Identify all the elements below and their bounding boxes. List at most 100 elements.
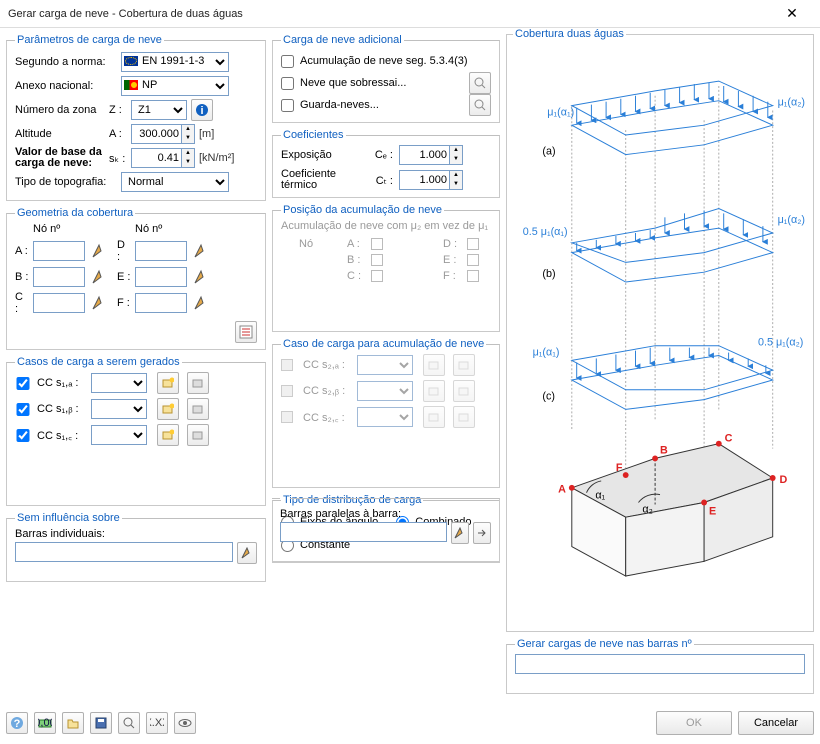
barras-paralelas-apply-icon[interactable]	[473, 522, 491, 544]
case-2c-select	[357, 407, 413, 427]
svg-text:μ₁(α₁): μ₁(α₁)	[533, 347, 560, 359]
preview-icon[interactable]	[118, 712, 140, 734]
case-2b-edit-icon	[453, 380, 475, 402]
case-2c-check	[281, 411, 293, 423]
barras-individuais-pick-icon[interactable]	[237, 542, 257, 564]
zone-info-icon[interactable]: i	[191, 99, 213, 121]
snowguard-check[interactable]	[281, 99, 294, 112]
accum-e-check	[467, 254, 479, 266]
group-extra: Carga de neve adicional Acumulação de ne…	[272, 34, 500, 123]
svg-text:?: ?	[14, 718, 21, 730]
save-icon[interactable]	[90, 712, 112, 734]
zone-select[interactable]: Z1	[131, 100, 187, 120]
gerar-input[interactable]	[515, 654, 805, 674]
open-icon[interactable]	[62, 712, 84, 734]
help-icon[interactable]: ?	[6, 712, 28, 734]
svg-text:0.5 μ₁(α₂): 0.5 μ₁(α₂)	[758, 337, 803, 349]
case-1c-check[interactable]	[15, 429, 31, 442]
node-b-input[interactable]	[33, 267, 85, 287]
svg-text:A: A	[558, 484, 566, 496]
node-e-input[interactable]	[135, 267, 187, 287]
node-a-input[interactable]	[33, 241, 85, 261]
case-1a-new-icon[interactable]	[157, 372, 179, 394]
annex-select[interactable]	[121, 76, 229, 96]
case-1c-select[interactable]	[91, 425, 147, 445]
diagram-panel: Cobertura duas águas	[506, 34, 814, 632]
barras-paralelas-pick-icon[interactable]	[451, 522, 469, 544]
case-2c-new-icon	[423, 406, 445, 428]
overhang-edit-icon[interactable]	[469, 72, 491, 94]
case-1a-select[interactable]	[91, 373, 147, 393]
close-icon[interactable]: ✕	[772, 5, 812, 22]
altitude-spin[interactable]: ▲▼	[131, 124, 195, 144]
barras-individuais-label: Barras individuais:	[15, 528, 257, 540]
svg-text:F: F	[616, 462, 623, 474]
geometry-list-icon[interactable]	[235, 321, 257, 343]
group-cases-accum: Caso de carga para acumulação de neve CC…	[272, 338, 500, 488]
group-sem-right: x Barras paralelas à barra:	[272, 492, 500, 562]
pick-b-icon[interactable]	[89, 269, 109, 285]
case-2b-new-icon	[423, 380, 445, 402]
svg-text:(a): (a)	[542, 146, 555, 158]
zone-label: Número da zona	[15, 104, 105, 116]
node-f-input[interactable]	[135, 293, 187, 313]
case-1a-edit-icon[interactable]	[187, 372, 209, 394]
pick-e-icon[interactable]	[191, 269, 211, 285]
base-value-spin[interactable]: ▲▼	[131, 148, 195, 168]
cancel-button[interactable]: Cancelar	[738, 711, 814, 735]
group-sem: Sem influência sobre Barras individuais:	[6, 512, 266, 582]
view-icon[interactable]	[174, 712, 196, 734]
svg-text:D: D	[780, 474, 788, 486]
svg-text:C: C	[725, 433, 733, 445]
case-1b-check[interactable]	[15, 403, 31, 416]
svg-text:μ₁(α₁): μ₁(α₁)	[547, 106, 574, 118]
pick-d-icon[interactable]	[191, 243, 211, 259]
topo-select[interactable]: Normal	[121, 172, 229, 192]
case-1a-check[interactable]	[15, 377, 31, 390]
norm-select[interactable]	[121, 52, 229, 72]
case-1b-new-icon[interactable]	[157, 398, 179, 420]
node-c-input[interactable]	[33, 293, 85, 313]
pick-c-icon[interactable]	[89, 295, 109, 311]
therm-spin[interactable]: ▲▼	[399, 170, 463, 190]
barras-paralelas-label: Barras paralelas à barra:	[280, 508, 491, 520]
case-2a-select	[357, 355, 413, 375]
accum-c-check	[371, 270, 383, 282]
svg-text:(b): (b)	[542, 268, 555, 280]
svg-text:(c): (c)	[542, 391, 555, 403]
group-accum: Posição da acumulação de neve Acumulação…	[272, 204, 500, 332]
svg-text:0,00: 0,00	[38, 717, 52, 729]
svg-text:E: E	[709, 505, 716, 517]
svg-text:α₂: α₂	[642, 503, 652, 515]
roof-diagram: μ₁(α₁) μ₁(α₂) (a) 0.5 μ₁(α₁) μ₁(α₂) (b)	[513, 51, 807, 611]
case-1c-edit-icon[interactable]	[187, 424, 209, 446]
svg-text:μ₁(α₂): μ₁(α₂)	[778, 214, 805, 226]
svg-text:B: B	[660, 445, 668, 457]
precision-icon[interactable]: X.XX	[146, 712, 168, 734]
topo-label: Tipo de topografia:	[15, 176, 117, 188]
case-2c-edit-icon	[453, 406, 475, 428]
case-1b-select[interactable]	[91, 399, 147, 419]
node-d-input[interactable]	[135, 241, 187, 261]
svg-text:i: i	[200, 105, 203, 117]
accum-534-check[interactable]	[281, 55, 294, 68]
barras-paralelas-input[interactable]	[280, 522, 447, 542]
barras-individuais-input[interactable]	[15, 542, 233, 562]
case-1b-edit-icon[interactable]	[187, 398, 209, 420]
titlebar: Gerar carga de neve - Cobertura de duas …	[0, 0, 820, 28]
group-geometry: Geometria da cobertura Nó nº Nó nº A : D…	[6, 207, 266, 350]
case-1c-new-icon[interactable]	[157, 424, 179, 446]
snowguard-edit-icon[interactable]	[469, 94, 491, 116]
pick-f-icon[interactable]	[191, 295, 211, 311]
group-cases: Casos de carga a serem gerados CC s₁,ₐ :…	[6, 356, 266, 506]
case-2a-edit-icon	[453, 354, 475, 376]
accum-a-check	[371, 238, 383, 250]
case-2a-new-icon	[423, 354, 445, 376]
pick-a-icon[interactable]	[89, 243, 109, 259]
overhang-check[interactable]	[281, 77, 294, 90]
annex-label: Anexo nacional:	[15, 80, 117, 92]
footer-toolbar: ? 0,00 X.XX OK Cancelar	[6, 708, 814, 738]
units-icon[interactable]: 0,00	[34, 712, 56, 734]
exp-spin[interactable]: ▲▼	[399, 145, 463, 165]
altitude-label: Altitude	[15, 128, 105, 140]
